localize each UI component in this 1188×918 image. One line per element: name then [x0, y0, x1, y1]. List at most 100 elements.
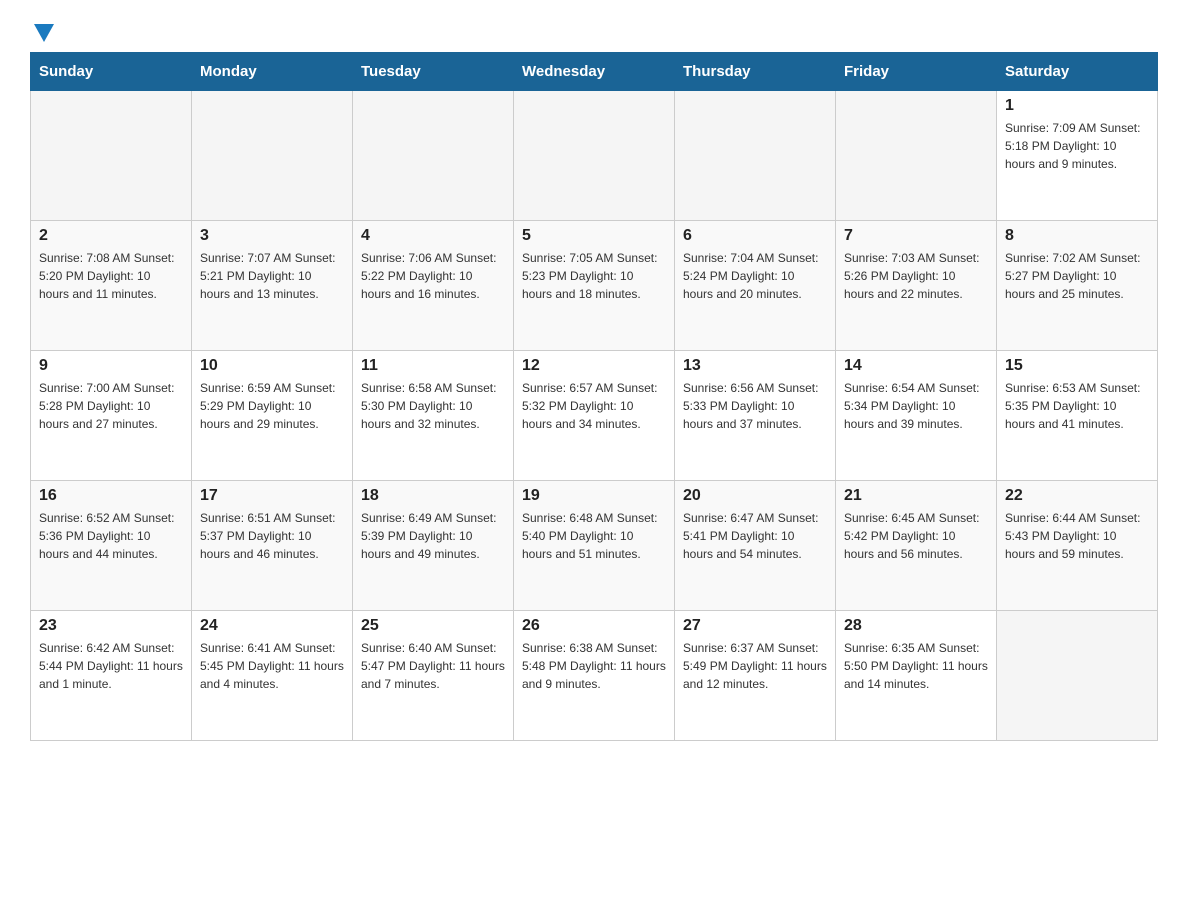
- header-monday: Monday: [192, 53, 353, 91]
- calendar-cell: 17 Sunrise: 6:51 AM Sunset: 5:37 PM Dayli…: [192, 481, 353, 611]
- calendar-cell: 16 Sunrise: 6:52 AM Sunset: 5:36 PM Dayli…: [31, 481, 192, 611]
- day-info: Sunrise: 7:02 AM Sunset: 5:27 PM Dayligh…: [1005, 249, 1149, 303]
- day-number: 28: [844, 617, 988, 635]
- calendar-cell: 7 Sunrise: 7:03 AM Sunset: 5:26 PM Daylig…: [836, 221, 997, 351]
- day-info: Sunrise: 6:48 AM Sunset: 5:40 PM Dayligh…: [522, 509, 666, 563]
- calendar-cell: [514, 91, 675, 221]
- day-info: Sunrise: 6:41 AM Sunset: 5:45 PM Dayligh…: [200, 639, 344, 693]
- day-number: 17: [200, 487, 344, 505]
- day-number: 3: [200, 227, 344, 245]
- header-saturday: Saturday: [997, 53, 1158, 91]
- day-number: 10: [200, 357, 344, 375]
- day-number: 15: [1005, 357, 1149, 375]
- day-number: 12: [522, 357, 666, 375]
- calendar-cell: 24 Sunrise: 6:41 AM Sunset: 5:45 PM Dayli…: [192, 611, 353, 741]
- day-info: Sunrise: 7:07 AM Sunset: 5:21 PM Dayligh…: [200, 249, 344, 303]
- calendar-week-row: 9Sunrise: 7:00 AM Sunset: 5:28 PM Daylig…: [31, 351, 1158, 481]
- day-info: Sunrise: 6:52 AM Sunset: 5:36 PM Dayligh…: [39, 509, 183, 563]
- calendar-cell: 2 Sunrise: 7:08 AM Sunset: 5:20 PM Daylig…: [31, 221, 192, 351]
- day-number: 8: [1005, 227, 1149, 245]
- page-header: [30, 20, 1158, 42]
- day-number: 21: [844, 487, 988, 505]
- calendar-week-row: 2 Sunrise: 7:08 AM Sunset: 5:20 PM Daylig…: [31, 221, 1158, 351]
- day-info: Sunrise: 6:37 AM Sunset: 5:49 PM Dayligh…: [683, 639, 827, 693]
- calendar-cell: 20 Sunrise: 6:47 AM Sunset: 5:41 PM Dayli…: [675, 481, 836, 611]
- calendar-cell: 18 Sunrise: 6:49 AM Sunset: 5:39 PM Dayli…: [353, 481, 514, 611]
- day-number: 27: [683, 617, 827, 635]
- day-number: 23: [39, 617, 183, 635]
- day-info: Sunrise: 7:06 AM Sunset: 5:22 PM Dayligh…: [361, 249, 505, 303]
- day-number: 11: [361, 357, 505, 375]
- calendar-week-row: 23 Sunrise: 6:42 AM Sunset: 5:44 PM Dayli…: [31, 611, 1158, 741]
- calendar-header-row: SundayMondayTuesdayWednesdayThursdayFrid…: [31, 53, 1158, 91]
- day-info: Sunrise: 6:56 AM Sunset: 5:33 PM Dayligh…: [683, 379, 827, 433]
- day-info: Sunrise: 6:51 AM Sunset: 5:37 PM Dayligh…: [200, 509, 344, 563]
- calendar-cell: 5 Sunrise: 7:05 AM Sunset: 5:23 PM Daylig…: [514, 221, 675, 351]
- day-info: Sunrise: 6:57 AM Sunset: 5:32 PM Dayligh…: [522, 379, 666, 433]
- calendar-cell: 27 Sunrise: 6:37 AM Sunset: 5:49 PM Dayli…: [675, 611, 836, 741]
- calendar-cell: 4 Sunrise: 7:06 AM Sunset: 5:22 PM Daylig…: [353, 221, 514, 351]
- calendar-cell: 28 Sunrise: 6:35 AM Sunset: 5:50 PM Dayli…: [836, 611, 997, 741]
- day-info: Sunrise: 6:58 AM Sunset: 5:30 PM Dayligh…: [361, 379, 505, 433]
- day-info: Sunrise: 6:45 AM Sunset: 5:42 PM Dayligh…: [844, 509, 988, 563]
- day-info: Sunrise: 6:38 AM Sunset: 5:48 PM Dayligh…: [522, 639, 666, 693]
- calendar-week-row: 1 Sunrise: 7:09 AM Sunset: 5:18 PM Daylig…: [31, 91, 1158, 221]
- day-info: Sunrise: 7:08 AM Sunset: 5:20 PM Dayligh…: [39, 249, 183, 303]
- calendar-cell: 13 Sunrise: 6:56 AM Sunset: 5:33 PM Dayli…: [675, 351, 836, 481]
- day-info: Sunrise: 6:49 AM Sunset: 5:39 PM Dayligh…: [361, 509, 505, 563]
- day-number: 7: [844, 227, 988, 245]
- day-number: 18: [361, 487, 505, 505]
- calendar-cell: 11 Sunrise: 6:58 AM Sunset: 5:30 PM Dayli…: [353, 351, 514, 481]
- calendar-cell: [31, 91, 192, 221]
- header-tuesday: Tuesday: [353, 53, 514, 91]
- calendar-cell: [997, 611, 1158, 741]
- day-number: 9: [39, 357, 183, 375]
- logo: [30, 20, 54, 42]
- calendar-cell: 26 Sunrise: 6:38 AM Sunset: 5:48 PM Dayli…: [514, 611, 675, 741]
- header-wednesday: Wednesday: [514, 53, 675, 91]
- logo-triangle-icon: [34, 24, 54, 42]
- day-number: 2: [39, 227, 183, 245]
- day-info: Sunrise: 6:47 AM Sunset: 5:41 PM Dayligh…: [683, 509, 827, 563]
- calendar-cell: 1 Sunrise: 7:09 AM Sunset: 5:18 PM Daylig…: [997, 91, 1158, 221]
- day-number: 16: [39, 487, 183, 505]
- calendar-cell: [675, 91, 836, 221]
- day-info: Sunrise: 7:03 AM Sunset: 5:26 PM Dayligh…: [844, 249, 988, 303]
- day-number: 24: [200, 617, 344, 635]
- calendar-cell: 23 Sunrise: 6:42 AM Sunset: 5:44 PM Dayli…: [31, 611, 192, 741]
- calendar-cell: 3 Sunrise: 7:07 AM Sunset: 5:21 PM Daylig…: [192, 221, 353, 351]
- day-info: Sunrise: 7:05 AM Sunset: 5:23 PM Dayligh…: [522, 249, 666, 303]
- calendar-week-row: 16 Sunrise: 6:52 AM Sunset: 5:36 PM Dayli…: [31, 481, 1158, 611]
- calendar-cell: 12 Sunrise: 6:57 AM Sunset: 5:32 PM Dayli…: [514, 351, 675, 481]
- calendar-cell: 21 Sunrise: 6:45 AM Sunset: 5:42 PM Dayli…: [836, 481, 997, 611]
- day-number: 4: [361, 227, 505, 245]
- day-number: 5: [522, 227, 666, 245]
- day-info: Sunrise: 6:59 AM Sunset: 5:29 PM Dayligh…: [200, 379, 344, 433]
- day-info: Sunrise: 6:35 AM Sunset: 5:50 PM Dayligh…: [844, 639, 988, 693]
- calendar-cell: 14Sunrise: 6:54 AM Sunset: 5:34 PM Dayli…: [836, 351, 997, 481]
- day-number: 20: [683, 487, 827, 505]
- day-info: Sunrise: 6:54 AM Sunset: 5:34 PM Dayligh…: [844, 379, 988, 433]
- calendar-cell: 8 Sunrise: 7:02 AM Sunset: 5:27 PM Daylig…: [997, 221, 1158, 351]
- day-number: 6: [683, 227, 827, 245]
- day-number: 22: [1005, 487, 1149, 505]
- day-number: 13: [683, 357, 827, 375]
- header-friday: Friday: [836, 53, 997, 91]
- day-info: Sunrise: 6:40 AM Sunset: 5:47 PM Dayligh…: [361, 639, 505, 693]
- calendar-cell: 9Sunrise: 7:00 AM Sunset: 5:28 PM Daylig…: [31, 351, 192, 481]
- calendar-cell: 25Sunrise: 6:40 AM Sunset: 5:47 PM Dayli…: [353, 611, 514, 741]
- header-thursday: Thursday: [675, 53, 836, 91]
- day-number: 19: [522, 487, 666, 505]
- day-number: 1: [1005, 97, 1149, 115]
- calendar-cell: 6 Sunrise: 7:04 AM Sunset: 5:24 PM Daylig…: [675, 221, 836, 351]
- calendar-cell: 10 Sunrise: 6:59 AM Sunset: 5:29 PM Dayli…: [192, 351, 353, 481]
- day-info: Sunrise: 6:42 AM Sunset: 5:44 PM Dayligh…: [39, 639, 183, 693]
- calendar-cell: 15 Sunrise: 6:53 AM Sunset: 5:35 PM Dayli…: [997, 351, 1158, 481]
- calendar-cell: 19 Sunrise: 6:48 AM Sunset: 5:40 PM Dayli…: [514, 481, 675, 611]
- day-info: Sunrise: 6:53 AM Sunset: 5:35 PM Dayligh…: [1005, 379, 1149, 433]
- day-number: 26: [522, 617, 666, 635]
- calendar-cell: [836, 91, 997, 221]
- day-info: Sunrise: 6:44 AM Sunset: 5:43 PM Dayligh…: [1005, 509, 1149, 563]
- day-info: Sunrise: 7:09 AM Sunset: 5:18 PM Dayligh…: [1005, 119, 1149, 173]
- day-info: Sunrise: 7:04 AM Sunset: 5:24 PM Dayligh…: [683, 249, 827, 303]
